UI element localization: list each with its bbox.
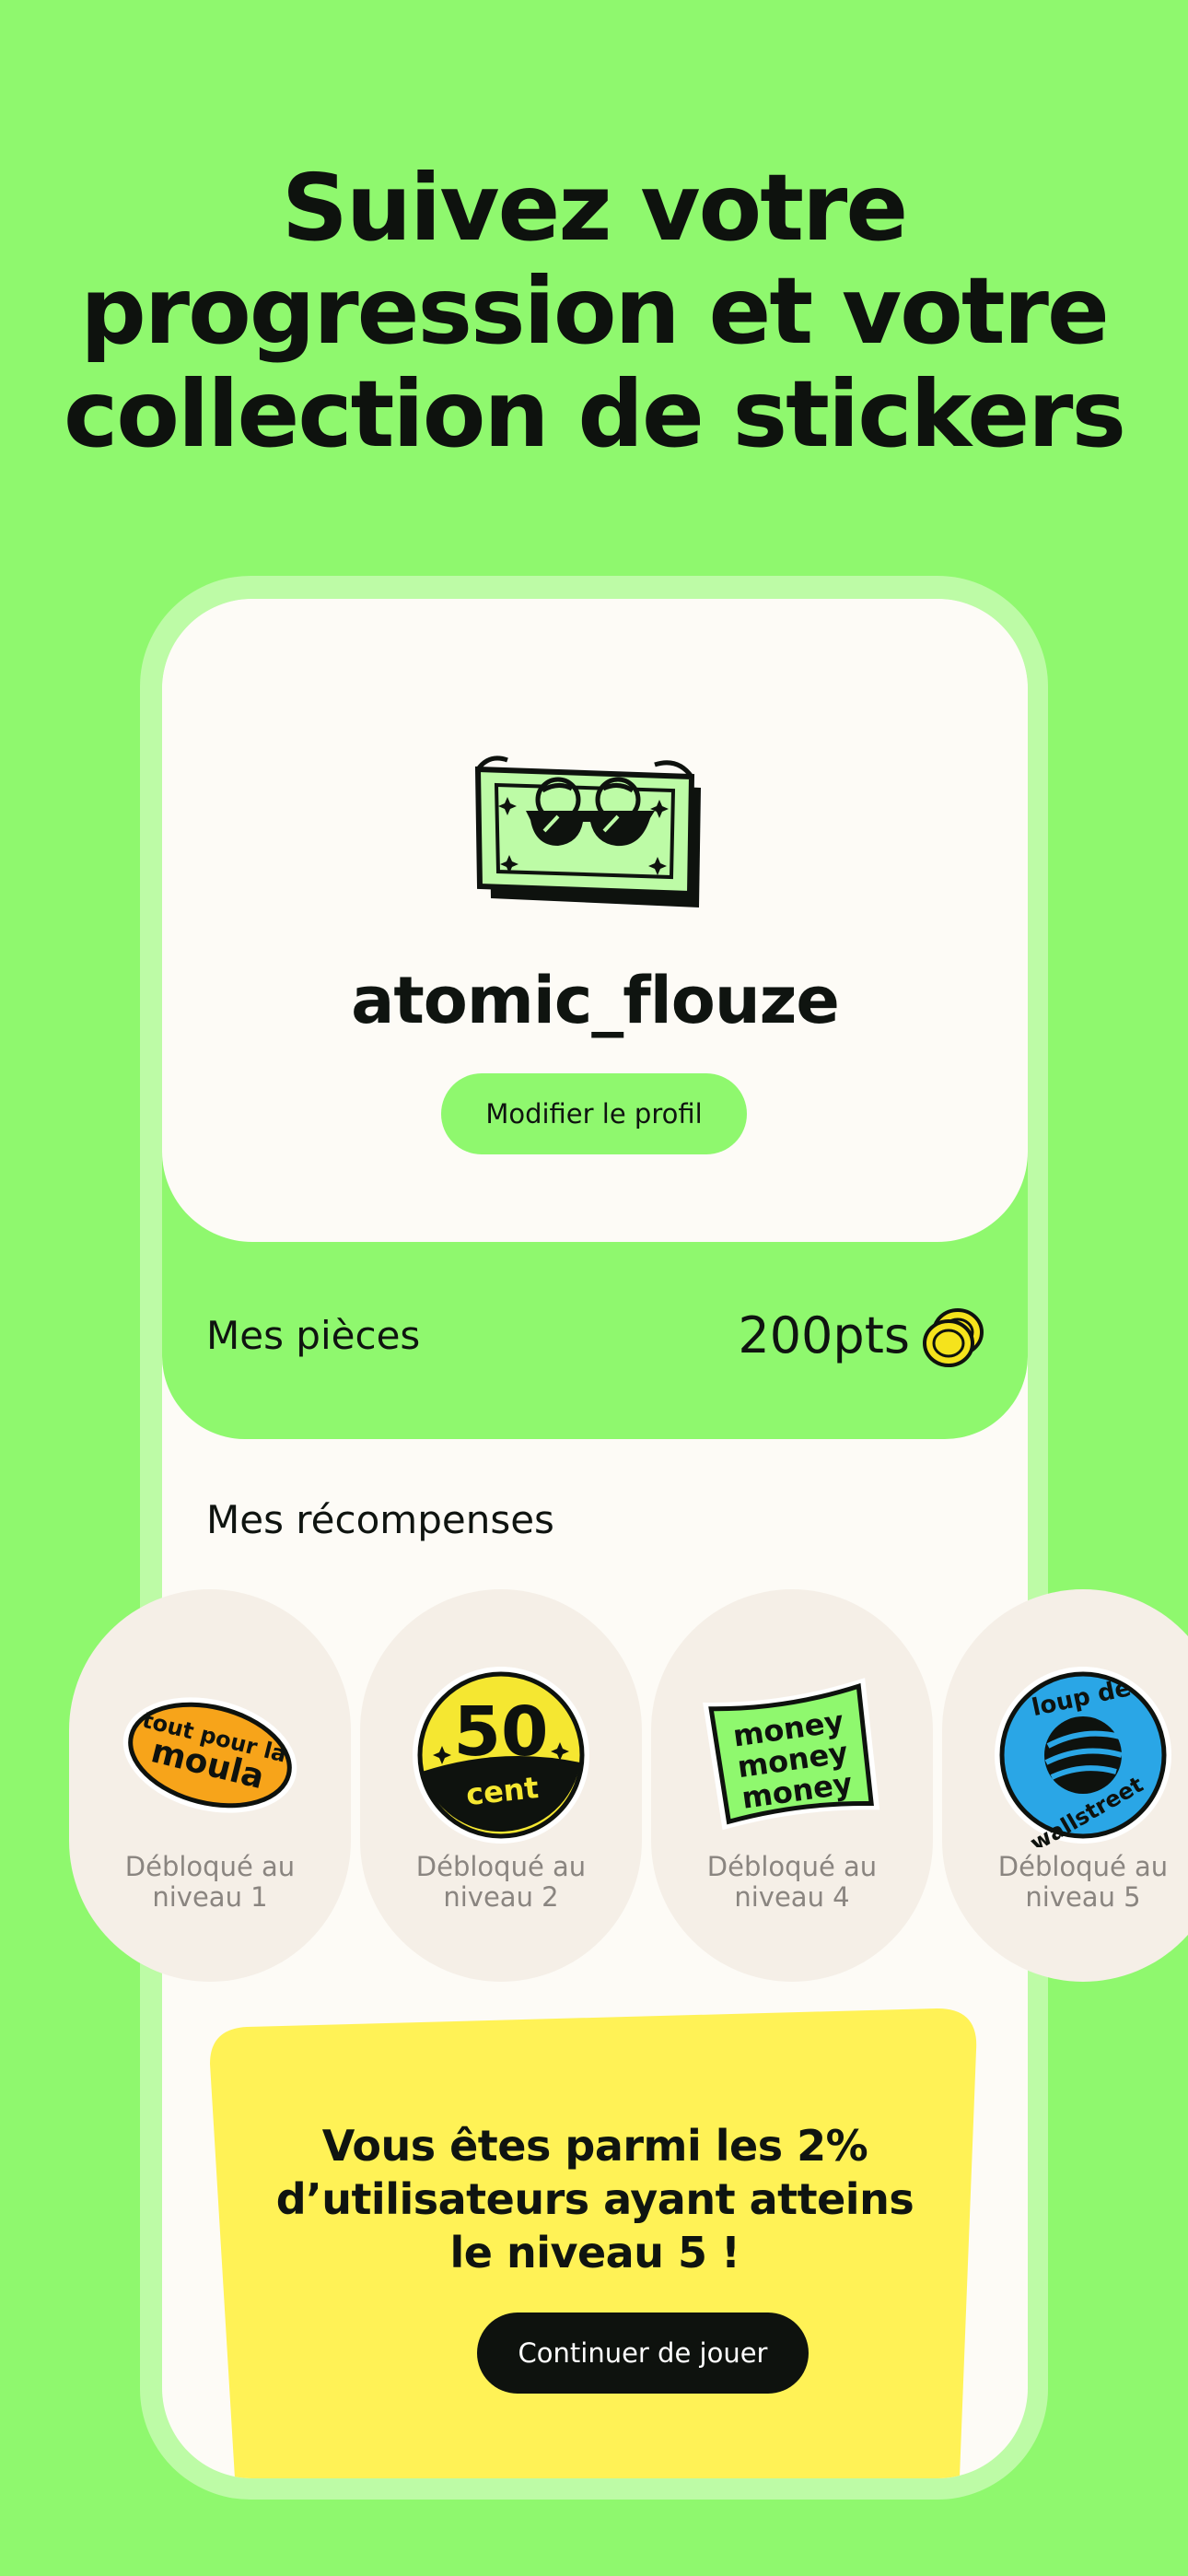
sticker-loup-de-wallstreet-icon: loup de wallstreet (995, 1667, 1171, 1847)
banner-line-2: d’utilisateurs ayant atteins (275, 2174, 914, 2224)
reward-card-level-4[interactable]: money money money Débloqué au niveau 4 (651, 1589, 933, 1982)
continue-playing-button[interactable]: Continuer de jouer (477, 2313, 809, 2394)
headline: Suivez votre progression et votre collec… (0, 157, 1188, 466)
reward-caption-line-2: niveau 2 (443, 1881, 559, 1913)
reward-caption: Débloqué au niveau 4 (651, 1852, 933, 1913)
reward-caption: Débloqué au niveau 5 (942, 1852, 1188, 1913)
sticker-tout-pour-la-moula-icon: tout pour la moula (122, 1697, 297, 1813)
banner-line-1: Vous êtes parmi les 2% (321, 2121, 868, 2171)
reward-caption: Débloqué au niveau 1 (69, 1852, 351, 1913)
svg-text:50: 50 (454, 1692, 549, 1772)
edit-profile-button[interactable]: Modifier le profil (441, 1073, 747, 1154)
headline-line-2: progression et votre (80, 257, 1110, 365)
level-banner: Vous êtes parmi les 2% d’utilisateurs ay… (210, 2008, 980, 2478)
headline-line-1: Suivez votre (281, 154, 908, 262)
reward-caption-line-2: niveau 4 (734, 1881, 850, 1913)
sticker-50-cent-icon: 50 cent (413, 1667, 589, 1844)
reward-caption-line-2: niveau 1 (152, 1881, 268, 1913)
reward-card-level-1[interactable]: tout pour la moula Débloqué au niveau 1 (69, 1589, 351, 1982)
coins-value: 200pts (738, 1306, 910, 1364)
coins-label: Mes pièces (206, 1313, 421, 1358)
banner-line-3: le niveau 5 ! (449, 2228, 740, 2277)
headline-line-3: collection de stickers (64, 360, 1126, 468)
reward-caption-line-1: Débloqué au (124, 1851, 296, 1882)
reward-card-level-2[interactable]: 50 cent Débloqué au niveau 2 (360, 1589, 642, 1982)
rewards-title: Mes récompenses (206, 1497, 554, 1542)
sticker-money-money-money-icon: money money money (703, 1678, 880, 1831)
reward-caption-line-1: Débloqué au (706, 1851, 878, 1882)
reward-caption-line-1: Débloqué au (997, 1851, 1169, 1882)
money-bill-sunglasses-icon (474, 755, 701, 907)
reward-caption-line-1: Débloqué au (415, 1851, 587, 1882)
phone-screen: atomic_flouze Modifier le profil Mes piè… (162, 599, 1028, 2478)
profile-card: atomic_flouze Modifier le profil (162, 599, 1028, 1242)
coins-icon (923, 1308, 984, 1367)
reward-caption-line-2: niveau 5 (1025, 1881, 1141, 1913)
username: atomic_flouze (351, 963, 840, 1038)
rewards-carousel[interactable]: tout pour la moula Débloqué au niveau 1 … (0, 1589, 1188, 1985)
banner-message: Vous êtes parmi les 2% d’utilisateurs ay… (247, 2119, 943, 2279)
reward-caption: Débloqué au niveau 2 (360, 1852, 642, 1913)
reward-card-level-5[interactable]: loup de wallstreet Débloqué au niveau 5 (942, 1589, 1188, 1982)
